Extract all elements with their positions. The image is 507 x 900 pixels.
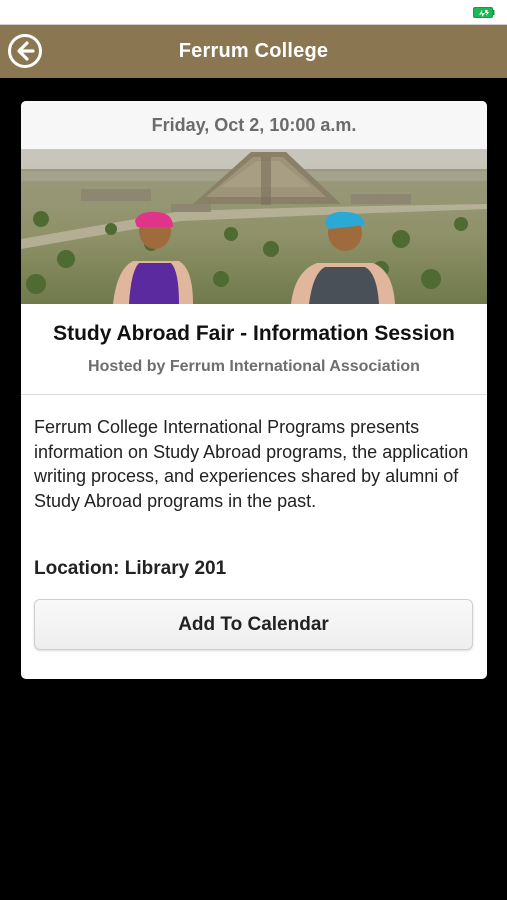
page-title: Ferrum College <box>178 40 329 62</box>
event-title: Study Abroad Fair - Information Session <box>53 322 455 345</box>
event-location: Location: Library 201 <box>34 558 227 579</box>
event-date: Friday, Oct 2, 10:00 a.m. <box>21 101 487 150</box>
event-host: Hosted by Ferrum International Associati… <box>88 358 420 375</box>
event-description: Ferrum College International Programs pr… <box>34 417 469 511</box>
battery-charging-icon <box>473 7 495 18</box>
divider <box>21 394 487 395</box>
event-photo <box>21 149 487 304</box>
app-header: Ferrum College <box>0 25 507 78</box>
add-to-calendar-button[interactable]: Add To Calendar <box>34 599 473 650</box>
app-screen: Ferrum College Friday, Oct 2, 10:00 a.m. <box>0 0 507 900</box>
pyramid-landscape-image <box>21 149 487 304</box>
event-card: Friday, Oct 2, 10:00 a.m. Study Abroad F… <box>21 101 487 679</box>
status-bar <box>0 0 507 25</box>
